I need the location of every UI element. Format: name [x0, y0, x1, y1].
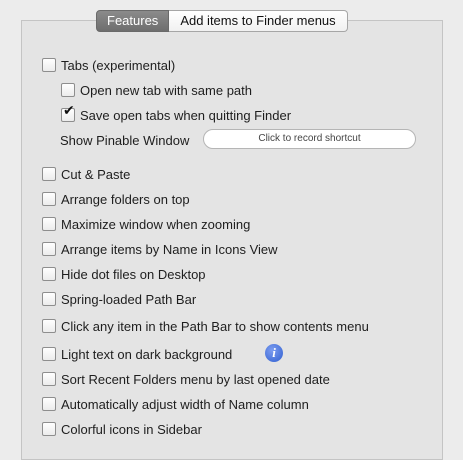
arrange-folders-checkbox[interactable]	[42, 192, 56, 206]
colorful-icons-checkbox[interactable]	[42, 422, 56, 436]
click-path-bar-checkbox[interactable]	[42, 319, 56, 333]
hide-dot-files-label: Hide dot files on Desktop	[61, 266, 206, 282]
open-new-tab-checkbox[interactable]	[61, 83, 75, 97]
arrange-by-name-label: Arrange items by Name in Icons View	[61, 241, 278, 257]
cut-paste-label: Cut & Paste	[61, 166, 131, 182]
arrange-folders-row[interactable]: Arrange folders on top	[42, 190, 190, 208]
spring-loaded-checkbox[interactable]	[42, 292, 56, 306]
tabs-experimental-row[interactable]: Tabs (experimental)	[42, 56, 175, 74]
auto-adjust-checkbox[interactable]	[42, 397, 56, 411]
open-new-tab-row[interactable]: Open new tab with same path	[61, 81, 252, 99]
tab-add-items-to-finder-menus[interactable]: Add items to Finder menus	[169, 10, 348, 32]
arrange-by-name-checkbox[interactable]	[42, 242, 56, 256]
maximize-window-label: Maximize window when zooming	[61, 216, 251, 232]
light-text-label: Light text on dark background	[61, 346, 233, 362]
sort-recent-row[interactable]: Sort Recent Folders menu by last opened …	[42, 370, 330, 388]
cut-paste-checkbox[interactable]	[42, 167, 56, 181]
tabs-experimental-checkbox[interactable]	[42, 58, 56, 72]
maximize-window-checkbox[interactable]	[42, 217, 56, 231]
show-pinable-window-label: Show Pinable Window	[60, 132, 190, 148]
sort-recent-label: Sort Recent Folders menu by last opened …	[61, 371, 330, 387]
light-text-checkbox[interactable]	[42, 347, 56, 361]
maximize-window-row[interactable]: Maximize window when zooming	[42, 215, 250, 233]
auto-adjust-row[interactable]: Automatically adjust width of Name colum…	[42, 395, 309, 413]
tabs-experimental-label: Tabs (experimental)	[61, 57, 176, 73]
colorful-icons-label: Colorful icons in Sidebar	[61, 421, 202, 437]
arrange-by-name-row[interactable]: Arrange items by Name in Icons View	[42, 240, 278, 258]
shortcut-recorder-field[interactable]: Click to record shortcut	[203, 129, 416, 149]
arrange-folders-label: Arrange folders on top	[61, 191, 190, 207]
open-new-tab-label: Open new tab with same path	[80, 82, 252, 98]
cut-paste-row[interactable]: Cut & Paste	[42, 165, 130, 183]
sort-recent-checkbox[interactable]	[42, 372, 56, 386]
spring-loaded-row[interactable]: Spring-loaded Path Bar	[42, 290, 196, 308]
light-text-row[interactable]: Light text on dark background	[42, 345, 232, 363]
save-open-tabs-checkbox[interactable]: ✔	[61, 104, 75, 122]
click-path-bar-label: Click any item in the Path Bar to show c…	[61, 318, 369, 334]
hide-dot-files-checkbox[interactable]	[42, 267, 56, 281]
tab-features[interactable]: Features	[96, 10, 170, 32]
hide-dot-files-row[interactable]: Hide dot files on Desktop	[42, 265, 206, 283]
save-open-tabs-row[interactable]: ✔ Save open tabs when quitting Finder	[61, 104, 292, 124]
colorful-icons-row[interactable]: Colorful icons in Sidebar	[42, 420, 202, 438]
tab-bar: Features Add items to Finder menus	[96, 10, 348, 32]
checkmark-icon: ✔	[63, 103, 75, 119]
save-open-tabs-label: Save open tabs when quitting Finder	[80, 107, 292, 123]
info-icon[interactable]: i	[265, 344, 283, 362]
spring-loaded-label: Spring-loaded Path Bar	[61, 291, 197, 307]
click-path-bar-row[interactable]: Click any item in the Path Bar to show c…	[42, 317, 369, 335]
show-pinable-window-row: Show Pinable Window	[60, 131, 189, 149]
auto-adjust-label: Automatically adjust width of Name colum…	[61, 396, 309, 412]
